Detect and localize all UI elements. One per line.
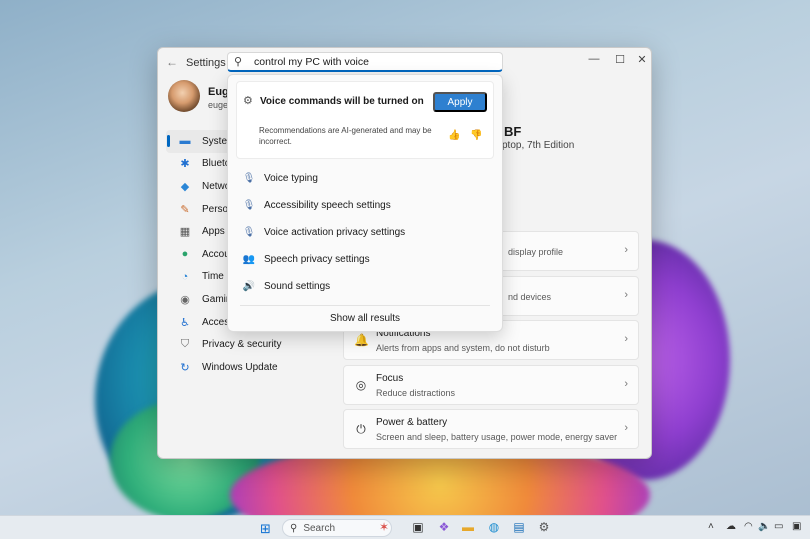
taskbar-search-label: Search [303, 522, 336, 534]
search-result-item[interactable]: 🎙 Voice typing [236, 165, 494, 192]
sidebar-item-9[interactable]: ⛉ Privacy & security [166, 333, 336, 356]
close-icon[interactable]: ✕ [632, 53, 651, 66]
copilot-icon[interactable]: ❖ [436, 520, 452, 534]
wifi-icon[interactable]: ◠ [744, 521, 753, 532]
widgets-icon[interactable]: ✶ [376, 520, 392, 534]
result-icon: 🎙 [242, 173, 256, 184]
chevron-right-icon: › [624, 333, 628, 345]
search-icon: ⚲ [234, 56, 243, 68]
volume-icon[interactable]: 🔈 [758, 521, 770, 532]
back-arrow-icon[interactable]: ← [166, 55, 178, 69]
device-model: ptop, 7th Edition [502, 140, 575, 151]
result-icon: 🎙 [242, 227, 256, 238]
result-icon: 👥 [242, 254, 256, 265]
device-name: BF [504, 124, 522, 139]
search-result-item[interactable]: 👥 Speech privacy settings [236, 246, 494, 273]
sidebar-item-label: Privacy & security [202, 339, 282, 351]
sidebar-item-icon: ⛉ [180, 338, 190, 351]
sidebar-item-icon: ♿ [180, 316, 190, 329]
chevron-right-icon: › [624, 377, 628, 390]
card-subtitle: Reduce distractions [376, 387, 456, 398]
windows-start-icon[interactable]: ⊞ [260, 521, 271, 537]
card-icon: ⏻ [356, 422, 366, 436]
ai-recommendation-card: ⚙ Voice commands will be turned on Apply… [236, 81, 494, 159]
sidebar-item-label: Apps [202, 226, 225, 238]
thumbs-down-icon[interactable]: 👎 [470, 130, 482, 141]
sidebar-item-icon: ▦ [179, 226, 191, 239]
ai-disclaimer: Recommendations are AI-generated and may… [259, 126, 432, 146]
settings-gear-icon[interactable]: ⚙ [536, 520, 552, 534]
search-result-label: Voice activation privacy settings [264, 227, 406, 238]
battery-icon[interactable]: ▭ [774, 521, 783, 532]
search-icon: ⚲ [290, 522, 298, 534]
file-explorer-icon[interactable]: ▬ [460, 520, 476, 534]
edge-icon[interactable]: ◍ [486, 520, 502, 534]
search-suggestions-dropdown: ⚙ Voice commands will be turned on Apply… [227, 74, 503, 332]
sidebar-item-label: Windows Update [202, 361, 278, 373]
show-all-results-link[interactable]: Show all results [228, 313, 502, 324]
search-result-label: Speech privacy settings [264, 254, 370, 265]
ai-recommendation-title: Voice commands will be turned on [260, 96, 424, 107]
card-subtitle: nd devices [508, 291, 552, 302]
gear-icon: ⚙ [243, 95, 253, 107]
search-result-item[interactable]: 🔊 Sound settings [236, 273, 494, 300]
chevron-right-icon: › [624, 288, 628, 301]
search-result-item[interactable]: 🎙 Accessibility speech settings [236, 192, 494, 219]
divider [240, 305, 490, 306]
card-icon: 🔔 [354, 333, 369, 347]
sidebar-item-icon: ✱ [180, 158, 190, 171]
cloud-icon[interactable]: ☁ [726, 521, 736, 532]
sidebar-item-icon: ✎ [180, 203, 190, 216]
search-input[interactable] [254, 55, 494, 68]
card-subtitle: Alerts from apps and system, do not dist… [376, 343, 550, 353]
sidebar-item-icon: ◔ [181, 270, 189, 283]
notification-icon[interactable]: ▣ [792, 521, 801, 532]
search-result-label: Accessibility speech settings [264, 200, 391, 211]
search-result-label: Voice typing [264, 173, 318, 184]
store-icon[interactable]: ▤ [511, 520, 527, 534]
maximize-icon[interactable]: ☐ [610, 53, 630, 66]
thumbs-up-icon[interactable]: 👍 [448, 130, 460, 141]
card-subtitle: display profile [508, 247, 564, 257]
card-subtitle: Screen and sleep, battery usage, power m… [376, 432, 618, 442]
user-email: euge [208, 100, 229, 110]
sidebar-item-icon: ◉ [180, 293, 190, 306]
window-title: Settings [186, 57, 226, 69]
chevron-right-icon: › [624, 422, 628, 434]
sidebar-item-icon: ↻ [180, 361, 190, 374]
settings-card[interactable]: ◎ Focus Reduce distractions › [343, 364, 639, 405]
result-icon: 🔊 [242, 281, 256, 292]
search-result-list: 🎙 Voice typing 🎙 Accessibility speech setti… [236, 165, 494, 300]
result-icon: 🎙 [242, 200, 256, 211]
sidebar-item-icon: ● [181, 248, 189, 261]
card-icon: ◎ [355, 377, 367, 392]
chevron-right-icon: › [624, 244, 628, 256]
avatar[interactable] [168, 80, 200, 112]
sidebar-item-10[interactable]: ↻ Windows Update [166, 356, 336, 379]
search-result-item[interactable]: 🎙 Voice activation privacy settings [236, 219, 494, 246]
settings-search[interactable]: ⚲ [227, 52, 503, 72]
apply-button[interactable]: Apply [433, 92, 487, 112]
chevron-up-icon[interactable]: ˄ [708, 521, 714, 532]
task-view-icon[interactable]: ▣ [410, 520, 426, 534]
taskbar: ⊞ ⚲ Search ✶ ▣ ❖ ▬ ◍ ▤ ⚙ ˄ ☁ ◠ 🔈 ▭ ▣ [0, 515, 810, 539]
card-title: Power & battery [376, 417, 448, 428]
card-title: Focus [376, 372, 404, 384]
settings-card[interactable]: ⏻ Power & battery Screen and sleep, batter… [343, 409, 639, 449]
search-result-label: Sound settings [264, 281, 331, 292]
sidebar-item-icon: ◆ [180, 180, 190, 193]
minimize-icon[interactable]: — [584, 53, 604, 65]
sidebar-item-icon: ▬ [179, 135, 191, 148]
